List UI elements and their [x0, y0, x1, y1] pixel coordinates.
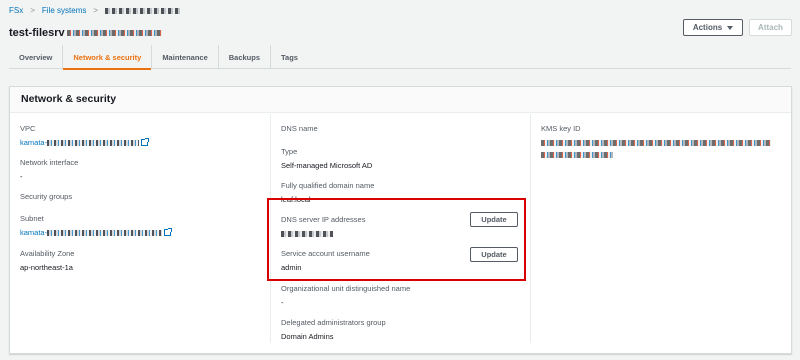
- ou-value: -: [281, 298, 284, 307]
- panel-title: Network & security: [21, 93, 117, 105]
- breadcrumb-current-redacted: [105, 7, 181, 14]
- update-dns-ips-label: Update: [481, 215, 507, 224]
- dns-name-label: DNS name: [281, 124, 318, 133]
- update-service-account-label: Update: [481, 250, 507, 259]
- tab-bar: Overview Network & security Maintenance …: [9, 45, 791, 70]
- subnet-label: Subnet: [20, 214, 44, 223]
- panel-header: Network & security: [10, 87, 791, 113]
- subnet-link[interactable]: kamata-: [20, 228, 260, 237]
- attach-button[interactable]: Attach: [749, 19, 792, 36]
- type-field: Type Self-managed Microsoft AD: [281, 147, 520, 170]
- kms-key-id-field: KMS key ID: [541, 124, 783, 159]
- kms-key-id-redacted-line1: [541, 140, 771, 146]
- tab-maintenance[interactable]: Maintenance: [152, 45, 219, 69]
- security-groups-label: Security groups: [20, 192, 73, 201]
- page-title: test-filesrv: [9, 27, 65, 39]
- external-link-icon: [164, 228, 173, 236]
- type-value: Self-managed Microsoft AD: [281, 161, 373, 170]
- tab-overview[interactable]: Overview: [9, 45, 64, 69]
- page-title-redacted: [66, 30, 162, 36]
- ou-field: Organizational unit distinguished name -: [281, 284, 520, 307]
- attach-label: Attach: [758, 23, 783, 32]
- breadcrumb-fsx[interactable]: FSx: [9, 6, 23, 15]
- page-title-row: test-filesrv: [9, 27, 162, 39]
- subnet-field: Subnet kamata-: [20, 214, 260, 237]
- ou-label: Organizational unit distinguished name: [281, 284, 411, 293]
- update-dns-ips-button[interactable]: Update: [470, 212, 518, 227]
- caret-down-icon: [727, 25, 734, 30]
- kms-key-id-redacted-line2: [541, 152, 613, 158]
- network-interface-field: Network interface -: [20, 158, 260, 181]
- update-service-account-button[interactable]: Update: [470, 247, 518, 262]
- column-3: KMS key ID: [530, 114, 783, 343]
- delegated-admins-label: Delegated administrators group: [281, 318, 386, 327]
- kms-key-id-value-line2: [541, 150, 783, 159]
- actions-button[interactable]: Actions: [683, 19, 743, 36]
- tab-network-security[interactable]: Network & security: [63, 45, 153, 70]
- external-link-icon: [141, 138, 150, 146]
- actions-label: Actions: [692, 23, 723, 32]
- security-groups-field: Security groups: [20, 192, 260, 201]
- dns-name-field: DNS name: [281, 124, 520, 133]
- vpc-link[interactable]: kamata-: [20, 138, 260, 147]
- vpc-value-prefix: kamata-: [20, 138, 48, 147]
- vpc-field: VPC kamata-: [20, 124, 260, 147]
- network-interface-value: -: [20, 172, 23, 181]
- fqdn-label: Fully qualified domain name: [281, 181, 375, 190]
- availability-zone-label: Availability Zone: [20, 249, 75, 258]
- subnet-redacted: [47, 230, 163, 236]
- subnet-value-prefix: kamata-: [20, 228, 48, 237]
- tab-backups[interactable]: Backups: [219, 45, 272, 69]
- breadcrumb-separator: >: [93, 6, 99, 15]
- kms-key-id-label: KMS key ID: [541, 124, 581, 133]
- breadcrumb-file-systems[interactable]: File systems: [42, 6, 86, 15]
- vpc-redacted: [47, 140, 140, 146]
- availability-zone-value: ap-northeast-1a: [20, 263, 73, 272]
- tab-tags[interactable]: Tags: [271, 45, 308, 69]
- network-interface-label: Network interface: [20, 158, 79, 167]
- breadcrumb-separator: >: [30, 6, 35, 15]
- delegated-admins-field: Delegated administrators group Domain Ad…: [281, 318, 520, 341]
- type-label: Type: [281, 147, 298, 156]
- breadcrumb: FSx > File systems >: [9, 6, 181, 15]
- vpc-label: VPC: [20, 124, 36, 133]
- delegated-admins-value: Domain Admins: [281, 332, 334, 341]
- column-1: VPC kamata- Network interface - Security…: [20, 114, 260, 343]
- kms-key-id-value: [541, 138, 783, 147]
- availability-zone-field: Availability Zone ap-northeast-1a: [20, 249, 260, 272]
- highlight-annotation-box: [267, 198, 526, 281]
